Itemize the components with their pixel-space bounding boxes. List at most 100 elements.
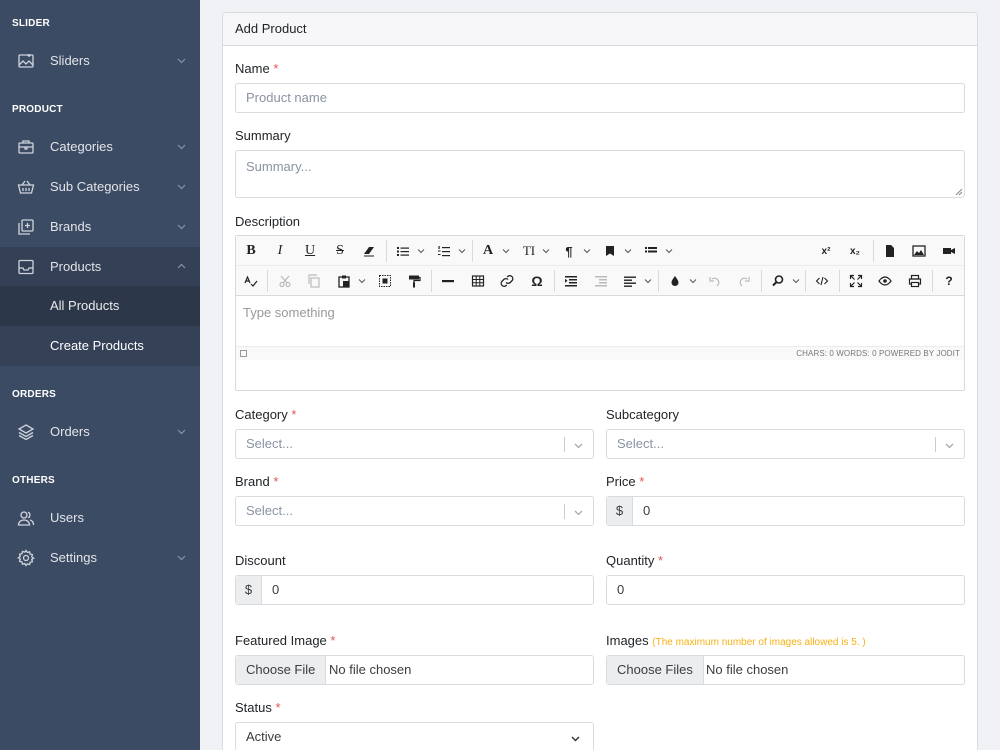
align-list-button[interactable] xyxy=(641,241,661,261)
align-left-icon xyxy=(624,276,636,287)
copy-button[interactable] xyxy=(304,271,324,291)
subcategory-select[interactable]: Select... xyxy=(606,429,965,459)
paste-button[interactable] xyxy=(334,271,354,291)
cut-button[interactable] xyxy=(275,271,295,291)
sidebar-item-categories[interactable]: Categories xyxy=(0,127,200,167)
sidebar-item-sliders[interactable]: Sliders xyxy=(0,41,200,81)
superscript-button[interactable]: x² xyxy=(816,241,836,261)
sidebar-item-create-products[interactable]: Create Products xyxy=(0,326,200,366)
discount-input[interactable]: $ 0 xyxy=(235,575,594,605)
resize-grip-icon[interactable] xyxy=(955,188,963,196)
indent-button[interactable] xyxy=(561,271,581,291)
chevron-down-icon[interactable] xyxy=(417,247,425,255)
link-button[interactable] xyxy=(497,271,517,291)
paint-roller-icon xyxy=(409,275,421,288)
font-size-button[interactable]: TI xyxy=(519,241,539,261)
print-button[interactable] xyxy=(905,271,925,291)
font-button[interactable]: A xyxy=(478,241,498,261)
bold-button[interactable]: B xyxy=(241,241,261,261)
toolbar-divider xyxy=(267,270,268,292)
paragraph-button[interactable]: ¶ xyxy=(559,241,579,261)
preview-button[interactable] xyxy=(875,271,895,291)
search-icon xyxy=(772,275,784,287)
table-button[interactable] xyxy=(468,271,488,291)
featured-image-label: Featured Image * xyxy=(235,633,336,648)
subscript-button[interactable]: x₂ xyxy=(845,241,865,261)
toolbar-divider xyxy=(761,270,762,292)
chevron-down-icon xyxy=(944,440,955,451)
sidebar-item-orders[interactable]: Orders xyxy=(0,412,200,452)
chevron-down-icon xyxy=(176,552,187,563)
redo-icon xyxy=(739,277,750,287)
chevron-down-icon[interactable] xyxy=(689,277,697,285)
strikethrough-button[interactable]: S xyxy=(330,241,350,261)
chevron-down-icon[interactable] xyxy=(542,247,550,255)
select-all-icon xyxy=(379,275,391,287)
horizontal-rule-button[interactable] xyxy=(438,271,458,291)
chevron-down-icon[interactable] xyxy=(358,277,366,285)
editor-placeholder[interactable]: Type something xyxy=(243,305,335,320)
category-select[interactable]: Select... xyxy=(235,429,594,459)
underline-button[interactable]: U xyxy=(300,241,320,261)
redo-button[interactable] xyxy=(734,271,754,291)
resize-handle-icon[interactable] xyxy=(240,350,247,357)
italic-button[interactable]: I xyxy=(270,241,290,261)
sidebar-item-users[interactable]: Users xyxy=(0,498,200,538)
fullscreen-button[interactable] xyxy=(846,271,866,291)
spellcheck-button[interactable] xyxy=(241,271,261,291)
chevron-down-icon[interactable] xyxy=(583,247,591,255)
sidebar-item-products[interactable]: Products xyxy=(0,247,200,287)
brush-color-button[interactable] xyxy=(665,271,685,291)
discount-label: Discount xyxy=(235,553,286,568)
chevron-down-icon[interactable] xyxy=(624,247,632,255)
classes-button[interactable] xyxy=(600,241,620,261)
chevron-down-icon[interactable] xyxy=(665,247,673,255)
sidebar-item-settings[interactable]: Settings xyxy=(0,538,200,578)
file-button[interactable] xyxy=(880,241,900,261)
brand-label: Brand * xyxy=(235,474,279,489)
numbered-list-button[interactable] xyxy=(434,241,454,261)
featured-image-file-input[interactable]: Choose File No file chosen xyxy=(235,655,594,685)
chevron-down-icon[interactable] xyxy=(644,277,652,285)
quantity-input[interactable]: 0 xyxy=(606,575,965,605)
undo-button[interactable] xyxy=(705,271,725,291)
video-button[interactable] xyxy=(939,241,959,261)
brand-select[interactable]: Select... xyxy=(235,496,594,526)
chevron-down-icon[interactable] xyxy=(458,247,466,255)
chevron-down-icon xyxy=(176,181,187,192)
chevron-down-icon[interactable] xyxy=(502,247,510,255)
symbols-button[interactable]: Ω xyxy=(527,271,547,291)
find-button[interactable] xyxy=(768,271,788,291)
eraser-button[interactable] xyxy=(359,241,379,261)
choose-files-button[interactable]: Choose Files xyxy=(607,656,704,684)
summary-textarea[interactable]: Summary... xyxy=(235,150,965,198)
editor-toolbar-row-1: B I U S A TI ¶ x² x₂ xyxy=(236,236,964,266)
name-input[interactable]: Product name xyxy=(235,83,965,113)
chevron-down-icon[interactable] xyxy=(792,277,800,285)
status-select[interactable]: Active xyxy=(235,722,594,750)
spellcheck-icon xyxy=(244,275,258,287)
images-file-input[interactable]: Choose Files No file chosen xyxy=(606,655,965,685)
horizontal-rule-icon xyxy=(442,280,454,283)
sidebar-item-brands[interactable]: Brands xyxy=(0,207,200,247)
video-icon xyxy=(943,248,955,254)
gear-icon xyxy=(17,549,35,567)
link-icon xyxy=(500,275,514,287)
choose-file-button[interactable]: Choose File xyxy=(236,656,327,684)
price-input[interactable]: $ 0 xyxy=(606,496,965,526)
align-button[interactable] xyxy=(620,271,640,291)
description-label: Description xyxy=(235,214,301,229)
sidebar-item-all-products[interactable]: All Products xyxy=(0,286,200,326)
select-all-button[interactable] xyxy=(375,271,395,291)
outdent-button[interactable] xyxy=(591,271,611,291)
chevron-down-icon xyxy=(176,221,187,232)
help-button[interactable]: ? xyxy=(939,271,959,291)
bullet-list-button[interactable] xyxy=(393,241,413,261)
sidebar-item-sub-categories[interactable]: Sub Categories xyxy=(0,167,200,207)
sidebar-item-label: Settings xyxy=(50,550,97,565)
chevron-down-icon xyxy=(176,55,187,66)
select-divider xyxy=(564,437,565,452)
source-button[interactable] xyxy=(812,271,832,291)
copy-format-button[interactable] xyxy=(404,271,424,291)
image-button[interactable] xyxy=(909,241,929,261)
